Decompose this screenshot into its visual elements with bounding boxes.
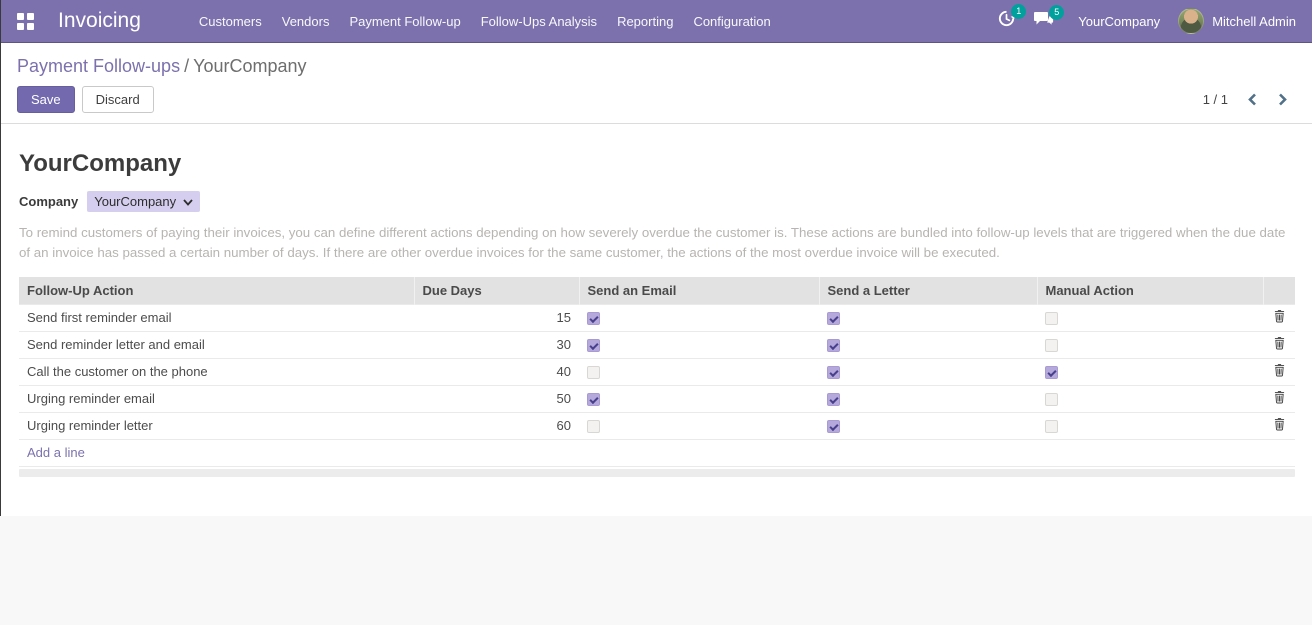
manual-action-checkbox[interactable] [1045,339,1058,352]
add-line-link[interactable]: Add a line [27,445,85,460]
avatar [1178,8,1204,34]
send-letter-checkbox[interactable] [827,312,840,325]
company-select-value: YourCompany [94,194,176,209]
manual-action-checkbox[interactable] [1045,366,1058,379]
nav-item-reporting[interactable]: Reporting [617,14,673,29]
header-send-a-letter: Send a Letter [819,277,1037,304]
header-manual-action: Manual Action [1037,277,1263,304]
table-row: Send first reminder email 15 [19,304,1295,331]
page: Invoicing Customers Vendors Payment Foll… [1,0,1312,625]
activity-count-badge: 1 [1011,4,1026,19]
nav-item-follow-ups-analysis[interactable]: Follow-Ups Analysis [481,14,597,29]
apps-menu-icon[interactable] [17,13,34,30]
nav-item-configuration[interactable]: Configuration [693,14,770,29]
due-days-cell[interactable]: 40 [414,358,579,385]
top-navbar: Invoicing Customers Vendors Payment Foll… [1,0,1312,43]
messages-button[interactable]: 5 [1034,10,1054,33]
action-cell[interactable]: Urging reminder letter [19,412,414,439]
send-email-checkbox[interactable] [587,312,600,325]
send-email-checkbox[interactable] [587,366,600,379]
action-cell[interactable]: Send reminder letter and email [19,331,414,358]
save-button[interactable]: Save [17,86,75,113]
page-title: YourCompany [19,150,1294,178]
table-row: Call the customer on the phone 40 [19,358,1295,385]
table-row: Urging reminder email 50 [19,385,1295,412]
followup-levels-table: Follow-Up Action Due Days Send an Email … [19,277,1295,467]
send-letter-checkbox[interactable] [827,339,840,352]
send-email-checkbox[interactable] [587,420,600,433]
header-due-days: Due Days [414,277,579,304]
send-letter-checkbox[interactable] [827,393,840,406]
control-panel: Payment Follow-ups/YourCompany Save Disc… [1,43,1312,124]
due-days-cell[interactable]: 30 [414,331,579,358]
user-name: Mitchell Admin [1212,14,1296,29]
sheet-background [0,516,1312,625]
send-email-checkbox[interactable] [587,339,600,352]
header-follow-up-action: Follow-Up Action [19,277,414,304]
help-text: To remind customers of paying their invo… [19,223,1294,262]
breadcrumb-current: YourCompany [193,56,306,76]
discard-button[interactable]: Discard [82,86,154,113]
company-field-row: Company YourCompany [19,191,1294,212]
breadcrumb-parent-link[interactable]: Payment Follow-ups [17,56,180,76]
manual-action-checkbox[interactable] [1045,393,1058,406]
pager-count: 1 / 1 [1203,92,1228,107]
due-days-cell[interactable]: 15 [414,304,579,331]
systray-company-switcher[interactable]: YourCompany [1078,14,1160,29]
table-row: Send reminder letter and email 30 [19,331,1295,358]
action-cell[interactable]: Send first reminder email [19,304,414,331]
send-letter-checkbox[interactable] [827,420,840,433]
pager-previous-icon[interactable] [1247,93,1258,106]
delete-row-icon[interactable] [1274,391,1285,404]
main-menu: Customers Vendors Payment Follow-up Foll… [199,14,771,29]
nav-item-customers[interactable]: Customers [199,14,262,29]
user-menu[interactable]: Mitchell Admin [1178,8,1296,34]
send-letter-checkbox[interactable] [827,366,840,379]
pager-next-icon[interactable] [1277,93,1288,106]
nav-item-payment-follow-up[interactable]: Payment Follow-up [349,14,460,29]
company-select[interactable]: YourCompany [87,191,200,212]
table-row: Urging reminder letter 60 [19,412,1295,439]
delete-row-icon[interactable] [1274,337,1285,350]
action-cell[interactable]: Urging reminder email [19,385,414,412]
delete-row-icon[interactable] [1274,364,1285,377]
header-actions [1263,277,1295,304]
manual-action-checkbox[interactable] [1045,420,1058,433]
table-horizontal-scrollbar[interactable] [19,469,1295,477]
manual-action-checkbox[interactable] [1045,312,1058,325]
delete-row-icon[interactable] [1274,418,1285,431]
form-buttons: Save Discard [17,86,1296,113]
due-days-cell[interactable]: 50 [414,385,579,412]
nav-item-vendors[interactable]: Vendors [282,14,330,29]
pager: 1 / 1 [1203,92,1288,107]
systray: 1 5 YourCompany Mitchell Admin [997,8,1296,34]
send-email-checkbox[interactable] [587,393,600,406]
delete-row-icon[interactable] [1274,310,1285,323]
company-field-label: Company [19,194,78,209]
breadcrumb-separator: / [180,56,193,76]
chevron-down-icon [183,194,193,209]
action-cell[interactable]: Call the customer on the phone [19,358,414,385]
form-sheet: YourCompany Company YourCompany To remin… [1,124,1312,477]
app-name[interactable]: Invoicing [58,9,141,33]
message-count-badge: 5 [1049,5,1064,20]
due-days-cell[interactable]: 60 [414,412,579,439]
table-header-row: Follow-Up Action Due Days Send an Email … [19,277,1295,304]
breadcrumb: Payment Follow-ups/YourCompany [17,56,1296,77]
header-send-an-email: Send an Email [579,277,819,304]
add-line-row: Add a line [19,439,1295,466]
activities-button[interactable]: 1 [997,9,1016,33]
